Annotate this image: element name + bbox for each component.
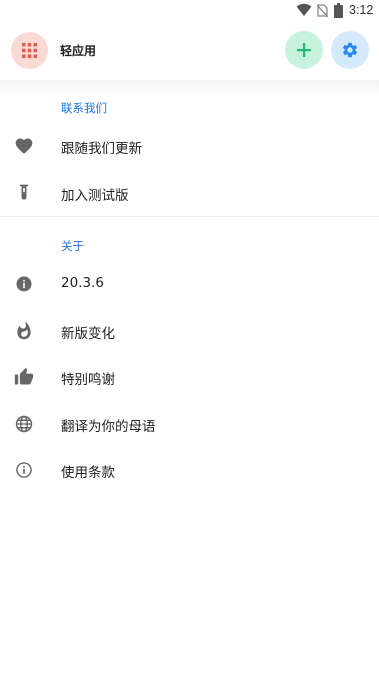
menu-item-join-beta[interactable]: 加入测试版: [0, 170, 379, 216]
battery-icon: [334, 3, 343, 18]
thumb-up-icon: [14, 367, 34, 385]
menu-item-translate[interactable]: 翻译为你的母语: [0, 401, 379, 447]
section-header-about: 关于: [61, 239, 84, 253]
globe-icon: [15, 415, 33, 433]
menu-item-label: 特别鸣谢: [61, 372, 115, 388]
menu-item-label: 跟随我们更新: [61, 141, 142, 157]
no-sim-icon: [317, 4, 328, 17]
menu-item-terms[interactable]: 使用条款: [0, 447, 379, 493]
screen: 3:12 轻应用 联系我们 跟随我们更新 加入测试版 关于 20.3.6 新版变…: [0, 0, 379, 674]
fire-icon: [17, 321, 31, 340]
info-filled-icon: [16, 276, 32, 292]
plus-icon: [297, 43, 311, 57]
heart-icon: [15, 138, 33, 154]
menu-item-label: 加入测试版: [61, 188, 129, 204]
menu-item-label: 新版变化: [61, 326, 115, 342]
section-divider: [0, 216, 379, 217]
grid-dots-icon: [22, 43, 37, 58]
section-header-contact: 联系我们: [61, 101, 107, 115]
menu-item-label: 20.3.6: [61, 275, 104, 291]
add-button[interactable]: [285, 31, 323, 69]
test-tube-icon: [19, 184, 29, 200]
menu-item-version[interactable]: 20.3.6: [0, 261, 379, 307]
menu-item-special-thanks[interactable]: 特别鸣谢: [0, 354, 379, 400]
menu-item-changelog[interactable]: 新版变化: [0, 308, 379, 354]
status-time: 3:12: [349, 3, 374, 17]
wifi-icon: [296, 3, 312, 16]
app-title: 轻应用: [60, 44, 97, 58]
settings-button[interactable]: [331, 31, 369, 69]
gear-icon: [342, 42, 358, 58]
menu-item-follow-updates[interactable]: 跟随我们更新: [0, 123, 379, 169]
app-logo[interactable]: [11, 32, 48, 69]
app-bar: 轻应用: [0, 22, 379, 80]
info-outline-icon: [16, 462, 32, 478]
app-bar-shadow: [0, 80, 379, 98]
menu-item-label: 翻译为你的母语: [61, 419, 156, 435]
menu-item-label: 使用条款: [61, 465, 115, 481]
status-bar: 3:12: [0, 0, 379, 22]
